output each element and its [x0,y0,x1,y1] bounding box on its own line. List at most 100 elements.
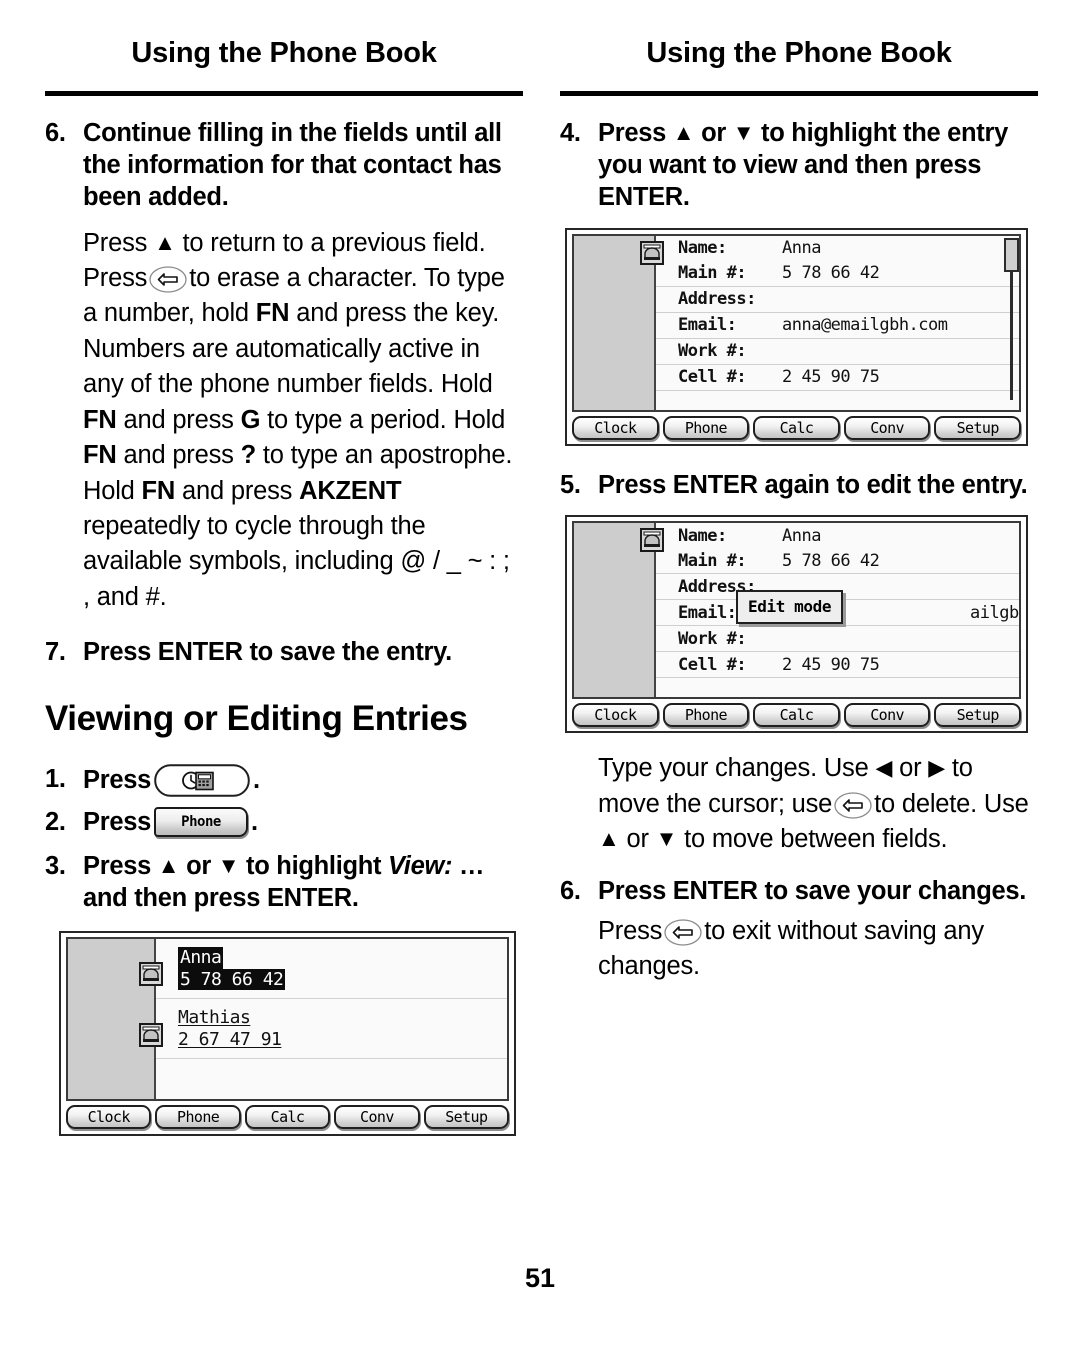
text-fragment: or [899,754,922,783]
lcd-contact-edit: Name: Anna Main #: 5 78 66 42 Address: E… [565,515,1028,734]
field-row-main[interactable]: Main #: 5 78 66 42 [656,548,1019,575]
lcd-tab-phone[interactable]: Phone [662,703,750,728]
lcd-tab-clock[interactable]: Clock [66,1105,152,1130]
field-label: Name: [678,238,727,259]
right-body-paragraph-2: Press to exit without saving any changes. [598,914,1038,985]
field-label: Main #: [678,550,747,571]
lcd-tab-clock[interactable]: Clock [572,415,659,440]
lcd-tab-bar: Clock Phone Calc Conv Setup [572,415,1021,440]
step-3-left: 3. Press ▲ or ▼ to highlight View: … and… [45,851,523,915]
field-label: Address: [678,289,756,310]
lcd-tab-setup[interactable]: Setup [423,1105,510,1130]
field-label: Name: [678,525,727,546]
step-5-right: 5. Press ENTER again to edit the entry. [560,470,1038,502]
text-fragment: and press [123,441,234,470]
field-row-email[interactable]: Email: anna@emailgbh.com [656,313,1019,339]
step-2-left: 2. Press Phone. [45,807,523,839]
text-fragment: or [701,118,726,147]
text-fragment: Press [83,228,148,257]
lcd-tab-setup[interactable]: Setup [934,703,1021,728]
right-column: Using the Phone Book 4. Press ▲ or ▼ to … [560,37,1038,985]
text-fragment: and press [123,405,234,434]
lcd-tab-calc[interactable]: Calc [244,1105,331,1130]
backspace-key-icon [834,792,872,819]
backspace-key-icon [149,266,187,293]
contact-name: Mathias [178,1007,251,1029]
lcd-tab-conv[interactable]: Conv [843,703,931,728]
field-row-work[interactable]: Work #: [656,339,1019,365]
phone-icon [639,240,665,266]
text-fragment: Press [598,916,663,945]
text-fragment: Press [598,118,666,147]
contact-number: 5 78 66 42 [178,968,286,990]
list-item-empty[interactable] [156,1059,507,1099]
text-fragment: to move between fields. [684,825,948,854]
step-number: 6. [560,876,581,905]
field-row-main[interactable]: Main #: 5 78 66 42 [656,261,1019,287]
text-fragment: or [626,825,649,854]
field-value: anna@emailgbh.com [782,315,948,336]
step-number: 6. [45,118,66,147]
lcd-tab-conv[interactable]: Conv [334,1105,420,1130]
lcd-screen: Name: Anna Main #: 5 78 66 42 Address: E… [572,521,1021,700]
lcd-tab-calc[interactable]: Calc [753,703,840,728]
lcd-contact-view: Name: Anna Main #: 5 78 66 42 Address: E… [565,227,1028,446]
vertical-scrollbar[interactable] [1004,237,1019,400]
lcd-tab-conv[interactable]: Conv [843,415,931,440]
field-row-address[interactable]: Address: [656,287,1019,313]
phone-icon [639,527,665,553]
lcd-content: Anna 5 78 66 42 Mathias 2 67 47 91 [139,939,507,1100]
field-row-cell[interactable]: Cell #: 2 45 90 75 [656,365,1019,391]
left-body-paragraph: Press ▲ to return to a previous field. P… [83,226,523,616]
field-value: 2 45 90 75 [782,367,880,388]
scrollbar-thumb[interactable] [1004,237,1019,272]
field-row-work[interactable]: Work #: [656,626,1019,653]
period: . [250,808,258,837]
bold-fn: FN [83,441,117,470]
left-arrow-icon: ◀ [875,755,893,781]
lcd-tab-bar: Clock Phone Calc Conv Setup [66,1105,510,1130]
field-row-name[interactable]: Name: Anna [656,236,1019,261]
key-label: Phone [181,813,221,830]
running-head-right: Using the Phone Book [646,37,952,69]
lcd-tab-setup[interactable]: Setup [934,415,1021,440]
contact-number: 2 67 47 91 [178,1028,282,1050]
press-label: Press [83,766,151,795]
bold-fn: FN [141,476,176,505]
field-label: Email: [678,315,737,336]
down-arrow-icon: ▼ [732,119,755,145]
field-row-cell[interactable]: Cell #: 2 45 90 75 [656,652,1019,679]
bold-fn: FN [255,299,290,328]
field-value: 5 78 66 42 [782,550,880,571]
lcd-tab-phone[interactable]: Phone [662,415,750,440]
down-arrow-icon: ▼ [217,853,240,879]
field-label: Work #: [678,628,747,649]
step-number: 7. [45,638,66,667]
step-4-right: 4. Press ▲ or ▼ to highlight the entry y… [560,118,1038,214]
bold-key-akzent: AKZENT [299,476,402,505]
field-label: Main #: [678,263,747,284]
lcd-tab-calc[interactable]: Calc [753,415,840,440]
lcd-tab-phone[interactable]: Phone [155,1105,241,1130]
step-text: Press ▲ or ▼ to highlight View: … and th… [83,851,523,915]
lcd-content: Name: Anna Main #: 5 78 66 42 Address: E… [640,523,1019,698]
step-text: Press ENTER to save your changes. [598,876,1027,905]
left-column: Using the Phone Book 6. Continue filling… [45,37,523,1137]
step-6-right: 6. Press ENTER to save your changes. [560,876,1038,908]
step-text: Press ENTER again to edit the entry. [598,470,1028,499]
step-text: Press ENTER to save the entry. [83,638,452,667]
list-item[interactable]: Anna 5 78 66 42 [156,939,507,1000]
lcd-tab-clock[interactable]: Clock [572,703,659,728]
step-number: 3. [45,852,66,881]
section-heading: Viewing or Editing Entries [45,699,468,739]
header-rule-left [45,90,523,96]
text-fragment: to type a period. Hold [267,405,506,434]
text-fragment: Type your changes. Use [598,754,869,783]
down-arrow-icon: ▼ [655,826,678,852]
up-arrow-icon: ▲ [672,119,695,145]
field-label: Work #: [678,341,747,362]
step-text: Press. [83,764,523,798]
field-row-name[interactable]: Name: Anna [656,523,1019,548]
list-item[interactable]: Mathias 2 67 47 91 [156,999,507,1060]
page-number: 51 [524,1263,556,1293]
